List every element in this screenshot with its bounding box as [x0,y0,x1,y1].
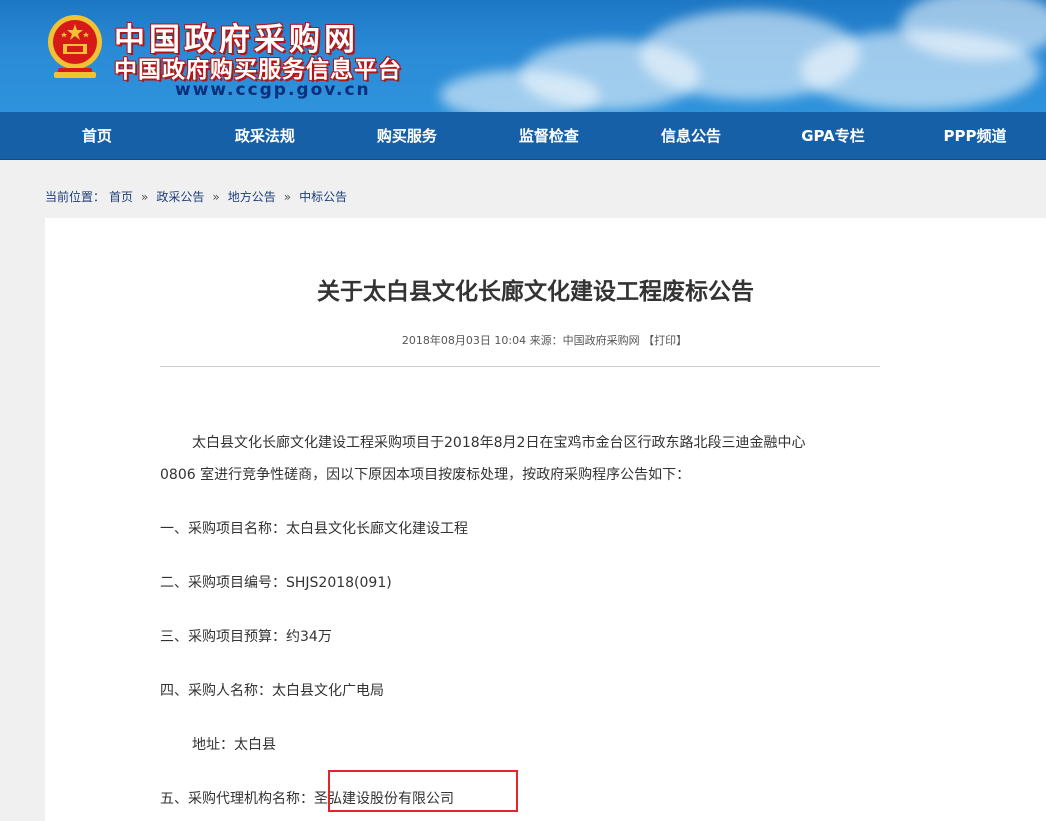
agency-name-label: 五、采购代理机构名称： [160,791,314,807]
print-link[interactable]: 【打印】 [643,334,687,347]
breadcrumb-award-announcements[interactable]: 中标公告 [299,190,347,204]
nav-item-home[interactable]: 首页 [0,112,194,159]
intro-line-1: 太白县文化长廊文化建设工程采购项目于2018年8月2日在宝鸡市金台区行政东路北段… [192,435,806,451]
article-date: 2018年08月03日 [401,334,491,347]
item-project-name: 一、采购项目名称：太白县文化长廊文化建设工程 [160,521,468,537]
breadcrumb-label: 当前位置： [45,190,106,204]
item-project-number: 二、采购项目编号：SHJS2018(091) [160,575,392,591]
breadcrumb-separator: » [283,190,292,204]
breadcrumb-procurement-announcements[interactable]: 政采公告 [156,190,204,204]
site-header-banner: 中国政府采购网 中国政府购买服务信息平台 www.ccgp.gov.cn [0,0,1046,112]
breadcrumb: 当前位置： 首页 » 政采公告 » 地方公告 » 中标公告 [45,188,351,205]
highlight-box [328,770,518,812]
nav-item-purchase-services[interactable]: 购买服务 [336,112,478,159]
nav-item-gpa[interactable]: GPA专栏 [762,112,904,159]
item-project-budget: 三、采购项目预算：约34万 [160,629,332,645]
breadcrumb-local-announcements[interactable]: 地方公告 [228,190,276,204]
nav-item-supervision[interactable]: 监督检查 [478,112,620,159]
article-title: 关于太白县文化长廊文化建设工程废标公告 [317,279,754,305]
cloud-decoration [440,70,600,112]
nav-item-regulations[interactable]: 政采法规 [194,112,336,159]
site-subtitle: 中国政府购买服务信息平台 [114,57,402,83]
breadcrumb-separator: » [141,190,149,204]
intro-line-2: 0806 室进行竞争性磋商，因以下原因本项目按废标处理，按政府采购程序公告如下： [160,467,691,483]
article-time: 10:04 [494,334,527,347]
site-url[interactable]: www.ccgp.gov.cn [175,80,371,100]
purchaser-address: 地址：太白县 [192,737,276,753]
divider [160,366,880,367]
item-purchaser-name: 四、采购人名称：太白县文化广电局 [160,683,384,699]
breadcrumb-home[interactable]: 首页 [109,190,133,204]
national-emblem-icon[interactable] [44,10,106,84]
main-nav: 首页 政采法规 购买服务 监督检查 信息公告 GPA专栏 PPP频道 [0,112,1046,160]
nav-item-announcements[interactable]: 信息公告 [620,112,762,159]
article-meta: 2018年08月03日 10:04 来源：中国政府采购网 【打印】 [0,332,1046,348]
nav-item-ppp[interactable]: PPP频道 [904,112,1046,159]
breadcrumb-separator: » [212,190,220,204]
article-source: 来源：中国政府采购网 [529,334,640,347]
